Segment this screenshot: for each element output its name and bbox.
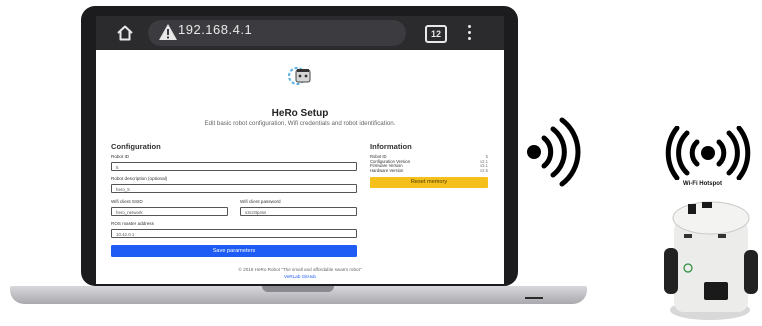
footer-github-link[interactable]: VeRLab GitHub: [96, 274, 504, 279]
tab-count: 12: [430, 29, 441, 39]
hotspot-label: Wi-Fi Hotspot: [683, 181, 722, 187]
page-title: HeRo Setup: [271, 108, 329, 119]
configuration-heading: Configuration: [111, 142, 161, 151]
ssid-input[interactable]: hero_network: [111, 207, 228, 216]
ros-master-input[interactable]: 10.42.0.1: [111, 229, 357, 238]
robot-photo: [664, 201, 758, 320]
url-text[interactable]: 192.168.4.1: [178, 22, 252, 37]
wifi-hotspot-icon: [665, 126, 751, 180]
save-parameters-button[interactable]: Save parameters: [111, 245, 357, 257]
home-icon[interactable]: [116, 24, 134, 42]
password-input[interactable]: s3cr3tp4ss: [240, 207, 357, 216]
information-heading: Information: [370, 142, 412, 151]
robot-id-label: Robot ID: [111, 154, 130, 159]
robot-id-input[interactable]: 5: [111, 162, 357, 171]
info-value: v2.5: [480, 167, 488, 173]
wifi-signal-icon: [527, 117, 581, 187]
robot-logo-icon: [288, 67, 311, 85]
reset-memory-button[interactable]: Reset memory: [370, 177, 488, 188]
warning-icon[interactable]: [158, 23, 178, 41]
page-subtitle: Edit basic robot configuration, Wifi cre…: [204, 120, 396, 127]
ssid-label: Wifi client SSID: [111, 199, 143, 204]
laptop-indicator: [525, 297, 543, 299]
footer-copyright: © 2018 HeRo Robot "The small and afforda…: [238, 267, 362, 272]
password-label: Wifi client password: [240, 199, 281, 204]
description-label: Robot description (optional): [111, 176, 168, 181]
ros-master-label: ROS master address: [111, 221, 154, 226]
info-row: Hardware Version v2.5: [370, 168, 488, 173]
tabs-icon[interactable]: 12: [425, 25, 447, 43]
menu-icon[interactable]: [468, 25, 472, 41]
info-key: Hardware Version: [370, 167, 404, 173]
browser-toolbar: 192.168.4.1 12: [96, 16, 504, 50]
laptop-screen: 192.168.4.1 12 HeRo Setup Edit basic rob…: [96, 16, 504, 284]
laptop-notch: [262, 286, 334, 292]
description-input[interactable]: hero_5: [111, 184, 357, 193]
